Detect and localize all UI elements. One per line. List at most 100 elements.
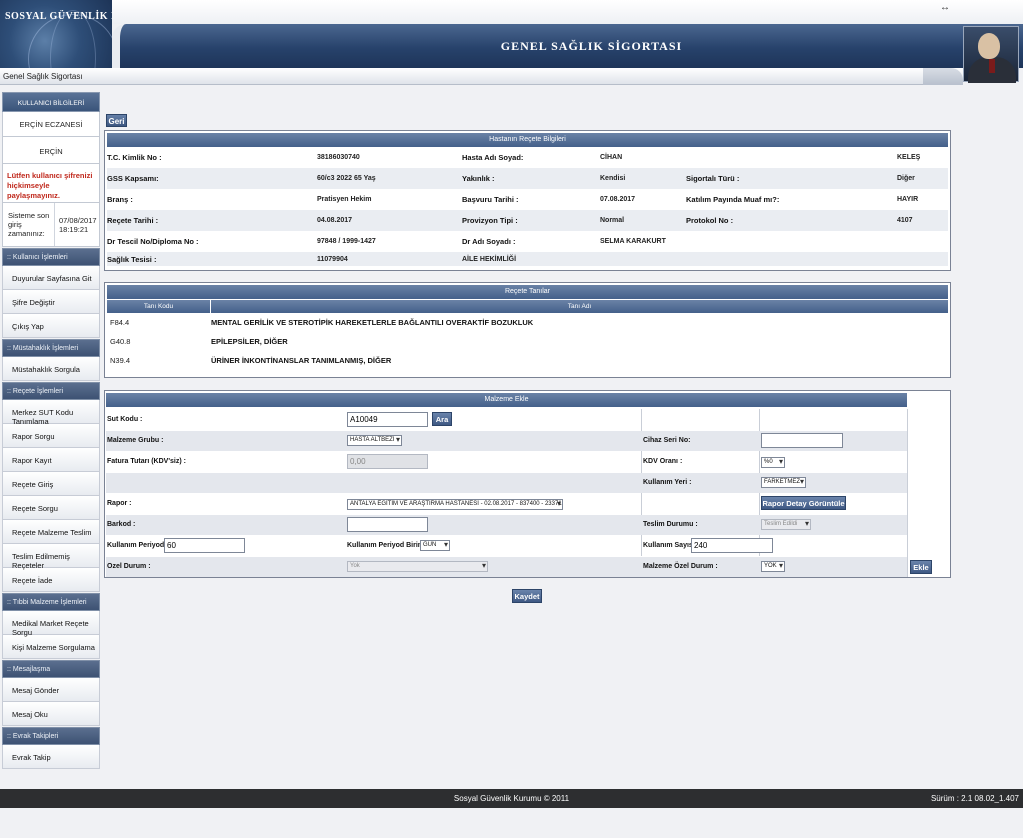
banner-title: GENEL SAĞLIK SİGORTASI bbox=[500, 39, 683, 53]
report-detail-button[interactable]: Rapor Detay Görüntüle bbox=[761, 496, 846, 510]
sidebar-link[interactable]: Duyurular Sayfasına Git bbox=[2, 266, 100, 290]
apply-date-label: Başvuru Tarihi : bbox=[462, 195, 519, 204]
insured-type-label: Sigortalı Türü : bbox=[686, 174, 740, 183]
password-warning: Lütfen kullanıcı şifrenizi hiçkimseyle p… bbox=[2, 164, 100, 203]
sidebar-link[interactable]: Reçete İade bbox=[2, 568, 100, 592]
rx-date-value: 04.08.2017 bbox=[317, 217, 353, 224]
invoice-label: Fatura Tutarı (KDV'siz) : bbox=[107, 458, 186, 465]
sidebar-link[interactable]: Evrak Takip bbox=[2, 745, 100, 769]
group-select[interactable]: HASTA ALTBEZİ bbox=[347, 435, 402, 446]
pharmacy-name: ERÇİN ECZANESİ bbox=[2, 112, 100, 137]
sidebar-link[interactable]: Mesaj Oku bbox=[2, 702, 100, 726]
form-row: Fatura Tutarı (KDV'siz) : KDV Oranı : %0 bbox=[106, 452, 907, 472]
sidebar-section-title: :: Müstahaklık İşlemleri bbox=[2, 339, 100, 357]
last-login: Sisteme son giriş zamanınız: 07/08/2017 … bbox=[2, 203, 100, 247]
sidebar-section-title: :: Mesajlaşma bbox=[2, 660, 100, 678]
sidebar-link[interactable]: Reçete Sorgu bbox=[2, 496, 100, 520]
org-name: SOSYAL GÜVENLİK KURUMU bbox=[5, 11, 112, 22]
form-row: Rapor : ANTALYA EĞİTİM VE ARAŞTIRMA HAST… bbox=[106, 494, 907, 514]
rx-date-label: Reçete Tarihi : bbox=[107, 216, 159, 225]
page: SOSYAL GÜVENLİK KURUMU ↔ GENEL SAĞLIK Sİ… bbox=[0, 0, 1023, 838]
form-row: Barkod : Teslim Durumu : Teslim Edildi bbox=[106, 515, 907, 535]
portrait-image bbox=[963, 26, 1019, 83]
diagnoses-title: Reçete Tanılar bbox=[107, 285, 948, 299]
info-row: Dr Tescil No/Diploma No : 97848 / 1999-1… bbox=[107, 231, 948, 252]
period-unit-select[interactable]: GUN bbox=[420, 540, 450, 551]
back-button[interactable]: Geri bbox=[106, 114, 127, 127]
special-select[interactable]: Yok bbox=[347, 561, 488, 572]
barcode-input[interactable] bbox=[347, 517, 428, 532]
diagnosis-row: G40.8 EPİLEPSİLER, DİĞER bbox=[107, 332, 948, 351]
tc-value: 38186030740 bbox=[317, 154, 360, 161]
sidebar-link[interactable]: Rapor Kayıt bbox=[2, 448, 100, 472]
patient-last-name: KELEŞ bbox=[897, 154, 921, 161]
group-label: Malzeme Grubu : bbox=[107, 437, 164, 444]
diagnosis-name: ÜRİNER İNKONTİNANSLAR TANIMLANMIŞ, DİĞER bbox=[211, 356, 392, 365]
last-login-label: Sisteme son giriş zamanınız: bbox=[3, 203, 55, 246]
banner: GENEL SAĞLIK SİGORTASI bbox=[112, 24, 1023, 68]
facility-code: 11079904 bbox=[317, 255, 348, 263]
usage-count-label: Kullanım Sayısı: bbox=[643, 542, 698, 549]
sidebar-link[interactable]: Reçete Giriş bbox=[2, 472, 100, 496]
last-login-time: 18:19:21 bbox=[59, 224, 89, 234]
breadcrumb: Genel Sağlık Sigortası bbox=[0, 68, 963, 85]
gss-value: 60/c3 2022 65 Yaş bbox=[317, 175, 376, 182]
sidebar-link[interactable]: Mesaj Gönder bbox=[2, 678, 100, 702]
sidebar-link[interactable]: Müstahaklık Sorgula bbox=[2, 357, 100, 381]
insured-type-value: Diğer bbox=[897, 175, 915, 182]
user-info-title: KULLANICI BİLGİLERİ bbox=[2, 92, 100, 112]
sidebar-link[interactable]: Kişi Malzeme Sorgulama bbox=[2, 635, 100, 659]
sidebar-link[interactable]: Reçete Malzeme Teslim bbox=[2, 520, 100, 544]
top-band bbox=[0, 0, 1023, 24]
sidebar-link[interactable]: Rapor Sorgu bbox=[2, 424, 100, 448]
resize-icon[interactable]: ↔ bbox=[940, 2, 950, 13]
material-title: Malzeme Ekle bbox=[106, 393, 907, 407]
sidebar-link[interactable]: Şifre Değiştir bbox=[2, 290, 100, 314]
diagnosis-code: N39.4 bbox=[110, 356, 131, 365]
diagnosis-code: G40.8 bbox=[110, 337, 131, 346]
sut-label: Sut Kodu : bbox=[107, 416, 143, 423]
report-select[interactable]: ANTALYA EĞİTİM VE ARAŞTIRMA HASTANESİ - … bbox=[347, 499, 563, 510]
branch-label: Branş : bbox=[107, 195, 133, 204]
period-input[interactable] bbox=[164, 538, 245, 553]
sidebar-link[interactable]: Merkez SUT Kodu Tanımlama bbox=[2, 400, 100, 426]
period-unit-label: Kullanım Periyod Birimi: bbox=[347, 542, 429, 549]
col-code: Tanı Kodu bbox=[107, 300, 210, 313]
period-label: Kullanım Periyodu: bbox=[107, 542, 171, 549]
sidebar-link[interactable]: Medikal Market Reçete Sorgu bbox=[2, 611, 100, 637]
vat-select[interactable]: %0 bbox=[761, 457, 785, 468]
special-label: Ozel Durum : bbox=[107, 563, 151, 570]
doctor-reg-label: Dr Tescil No/Diploma No : bbox=[107, 237, 199, 246]
invoice-input[interactable] bbox=[347, 454, 428, 469]
diagnoses-rows: F84.4 MENTAL GERİLİK VE STEROTİPİK HAREKE… bbox=[105, 313, 950, 370]
material-special-label: Malzeme Özel Durum : bbox=[643, 563, 718, 570]
usage-count-input[interactable] bbox=[691, 538, 773, 553]
save-button[interactable]: Kaydet bbox=[512, 589, 542, 603]
material-panel: Malzeme Ekle Sut Kodu : Ara Malzeme Grub… bbox=[104, 390, 951, 578]
material-special-select[interactable]: YOK bbox=[761, 561, 785, 572]
apply-date-value: 07.08.2017 bbox=[600, 196, 636, 203]
search-button[interactable]: Ara bbox=[432, 412, 452, 426]
provision-value: Normal bbox=[600, 217, 625, 224]
sidebar-section-title: :: Tıbbi Malzeme İşlemleri bbox=[2, 593, 100, 611]
device-serial-input[interactable] bbox=[761, 433, 843, 448]
sut-code-input[interactable] bbox=[347, 412, 428, 427]
delivery-label: Teslim Durumu : bbox=[643, 521, 698, 528]
footer: Sosyal Güvenlik Kurumu © 2011 Sürüm : 2.… bbox=[0, 789, 1023, 808]
sidebar: KULLANICI BİLGİLERİ ERÇİN ECZANESİ ERÇİN… bbox=[2, 92, 100, 769]
report-label: Rapor : bbox=[107, 500, 132, 507]
breadcrumb-text: Genel Sağlık Sigortası bbox=[3, 72, 83, 81]
doctor-reg-value: 97848 / 1999-1427 bbox=[317, 238, 376, 245]
patient-panel-title: Hastanın Reçete Bilgileri bbox=[107, 133, 948, 147]
sidebar-link[interactable]: Çıkış Yap bbox=[2, 314, 100, 338]
add-button[interactable]: Ekle bbox=[910, 560, 932, 574]
delivery-select[interactable]: Teslim Edildi bbox=[761, 519, 811, 530]
sidebar-link[interactable]: Teslim Edilmemiş Reçeteler bbox=[2, 544, 100, 570]
sidebar-section-title: :: Kullanıcı İşlemleri bbox=[2, 248, 100, 266]
patient-first-name: CİHAN bbox=[600, 154, 623, 161]
diagnosis-name: MENTAL GERİLİK VE STEROTİPİK HAREKETLERL… bbox=[211, 318, 534, 327]
usage-place-select[interactable]: FARKETMEZ bbox=[761, 477, 806, 488]
diagnoses-header: Tanı Kodu Tanı Adı bbox=[107, 300, 948, 313]
patient-panel: Hastanın Reçete Bilgileri T.C. Kimlik No… bbox=[104, 130, 951, 271]
form-row: Kullanım Periyodu: Kullanım Periyod Biri… bbox=[106, 536, 907, 556]
